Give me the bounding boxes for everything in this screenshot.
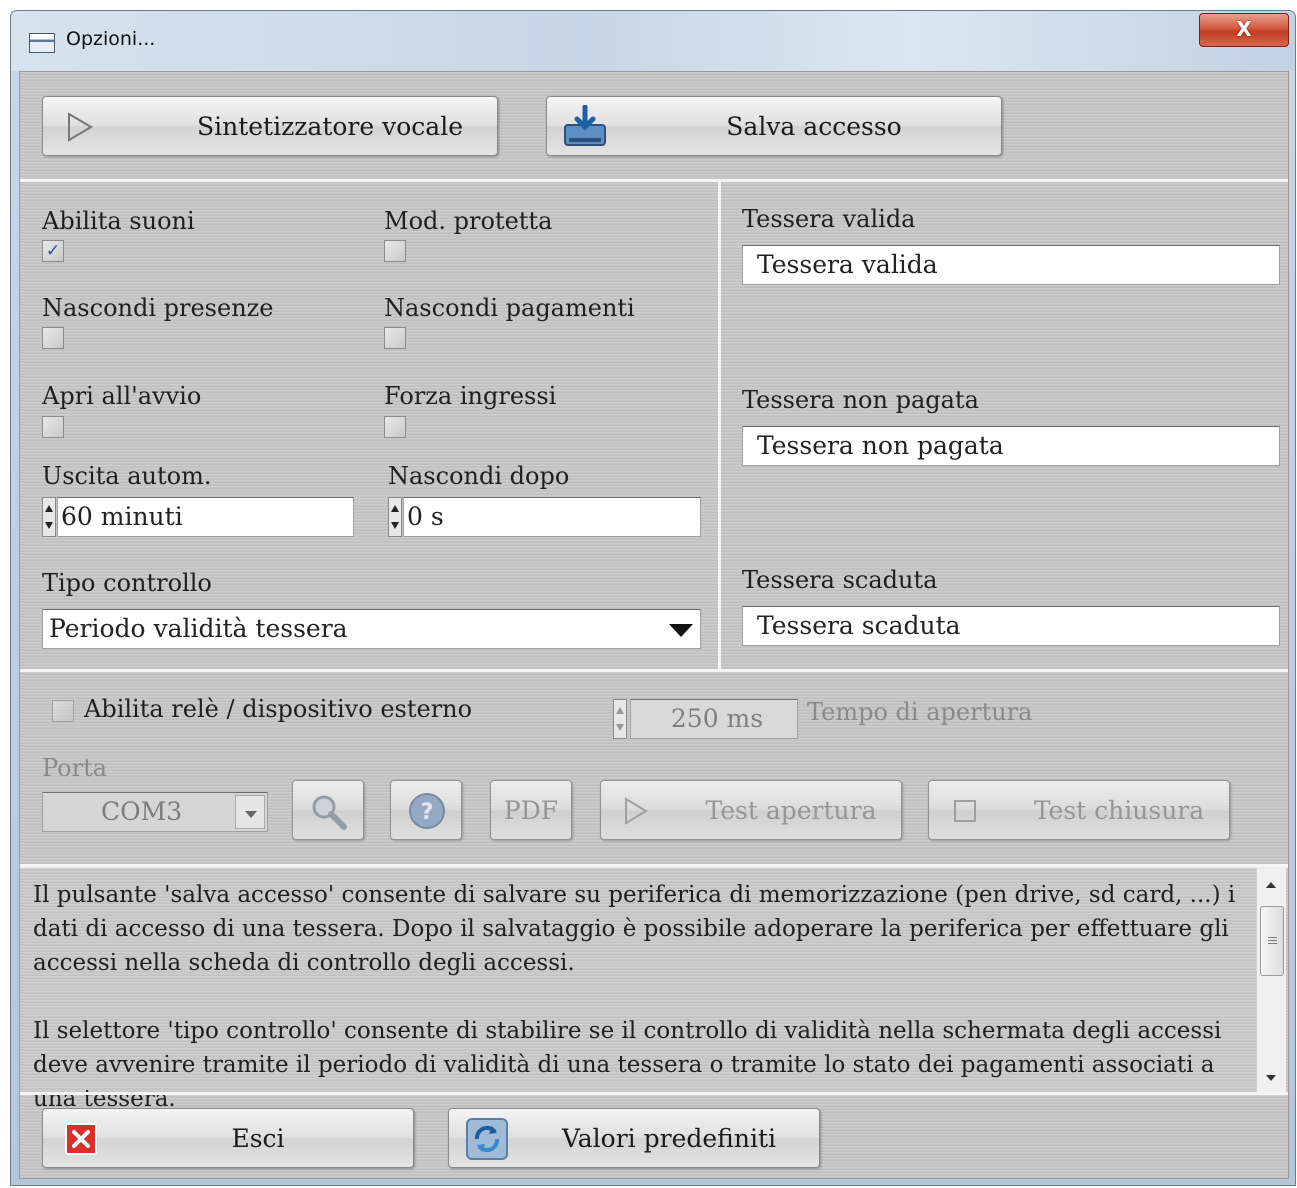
test-close-button[interactable]: Test chiusura: [928, 780, 1230, 840]
tipo-controllo-label: Tipo controllo: [42, 569, 212, 597]
tipo-controllo-value: Periodo validità tessera: [49, 614, 348, 643]
tipo-controllo-select[interactable]: Periodo validità tessera: [42, 609, 701, 649]
scroll-thumb[interactable]: [1260, 906, 1284, 976]
help-text-area[interactable]: Il pulsante 'salva accesso' consente di …: [20, 867, 1288, 1112]
chevron-down-icon: [669, 624, 693, 637]
separator-middle: [20, 669, 1288, 672]
uscita-autom-spinner[interactable]: [42, 497, 56, 537]
tessera-valida-field[interactable]: Tessera valida: [742, 245, 1280, 285]
nascondi-dopo-spinner[interactable]: [388, 497, 402, 537]
uscita-autom-field[interactable]: 60 minuti: [57, 497, 354, 537]
tessera-scaduta-label: Tessera scaduta: [742, 566, 938, 594]
help-icon: ?: [409, 793, 445, 829]
port-select[interactable]: COM3: [42, 792, 268, 832]
nascondi-presenze-checkbox[interactable]: [42, 327, 64, 349]
scroll-down-icon[interactable]: [1266, 1075, 1276, 1081]
grip-icon: [1268, 937, 1277, 946]
close-icon: [65, 1123, 97, 1155]
apri-avvio-label: Apri all'avvio: [42, 382, 202, 410]
nascondi-pagamenti-checkbox[interactable]: [384, 327, 406, 349]
nascondi-dopo-field[interactable]: 0 s: [403, 497, 701, 537]
defaults-label: Valori predefiniti: [562, 1123, 776, 1153]
tessera-non-pagata-field[interactable]: Tessera non pagata: [742, 426, 1280, 466]
window-icon: [29, 33, 55, 53]
stop-icon: [954, 800, 976, 822]
opening-time-value: 250 ms: [670, 704, 764, 733]
chevron-down-icon: [245, 811, 257, 818]
tessera-valida-label: Tessera valida: [742, 205, 916, 233]
defaults-button[interactable]: Valori predefiniti: [448, 1108, 820, 1168]
tessera-scaduta-field[interactable]: Tessera scaduta: [742, 606, 1280, 646]
check-icon: ✓: [45, 241, 61, 261]
save-access-button[interactable]: Salva accesso: [546, 96, 1002, 156]
help-paragraph: Il pulsante 'salva accesso' consente di …: [33, 882, 1236, 976]
separator-top: [20, 179, 1288, 182]
exit-button[interactable]: Esci: [42, 1108, 414, 1168]
nascondi-presenze-label: Nascondi presenze: [42, 294, 274, 322]
opening-time-label: Tempo di apertura: [807, 698, 1033, 726]
pdf-label: PDF: [503, 795, 559, 825]
nascondi-pagamenti-label: Nascondi pagamenti: [384, 294, 635, 322]
test-open-button[interactable]: Test apertura: [600, 780, 902, 840]
nascondi-dopo-label: Nascondi dopo: [388, 462, 570, 490]
opening-time-spinner[interactable]: [613, 699, 627, 739]
svg-text:?: ?: [421, 800, 434, 825]
mod-protetta-checkbox[interactable]: [384, 240, 406, 262]
exit-label: Esci: [231, 1123, 285, 1153]
save-drive-icon: [564, 105, 606, 146]
speech-synthesizer-button[interactable]: Sintetizzatore vocale: [42, 96, 498, 156]
opening-time-field[interactable]: 250 ms: [630, 699, 798, 739]
relay-enable-label: Abilita relè / dispositivo esterno: [84, 695, 473, 723]
window-title: Opzioni...: [66, 28, 156, 50]
save-access-label: Salva accesso: [726, 111, 902, 141]
relay-enable-checkbox[interactable]: [52, 700, 74, 722]
play-icon: [68, 112, 93, 142]
mod-protetta-label: Mod. protetta: [384, 207, 553, 235]
test-open-label: Test apertura: [705, 795, 877, 825]
pdf-button[interactable]: PDF: [490, 780, 572, 840]
port-value: COM3: [101, 797, 183, 826]
help-paragraph: Il selettore 'tipo controllo' consente d…: [33, 1018, 1222, 1112]
help-button[interactable]: ?: [390, 780, 462, 840]
separator-vertical: [718, 182, 721, 669]
tessera-non-pagata-label: Tessera non pagata: [742, 386, 979, 414]
title-bar[interactable]: Opzioni... X: [11, 11, 1295, 71]
uscita-autom-label: Uscita autom.: [42, 462, 212, 490]
apri-avvio-checkbox[interactable]: [42, 416, 64, 438]
close-button[interactable]: X: [1199, 13, 1289, 47]
port-dropdown-button[interactable]: [235, 795, 265, 829]
port-label: Porta: [42, 754, 108, 782]
abilita-suoni-checkbox[interactable]: ✓: [42, 240, 64, 262]
refresh-icon: [466, 1118, 508, 1160]
test-close-label: Test chiusura: [1033, 795, 1205, 825]
play-icon: [625, 797, 648, 825]
abilita-suoni-label: Abilita suoni: [42, 207, 195, 235]
speech-synthesizer-label: Sintetizzatore vocale: [196, 111, 463, 141]
separator-bottom: [20, 1092, 1288, 1095]
options-window: Opzioni... X Sintetizzatore vocale Salva…: [10, 10, 1296, 1186]
magnifier-icon: [312, 795, 347, 830]
options-panel: Sintetizzatore vocale Salva accesso Abil…: [19, 71, 1289, 1179]
forza-ingressi-checkbox[interactable]: [384, 416, 406, 438]
search-port-button[interactable]: [292, 780, 364, 840]
scroll-up-icon[interactable]: [1266, 882, 1276, 888]
forza-ingressi-label: Forza ingressi: [384, 382, 557, 410]
vertical-scrollbar[interactable]: [1256, 868, 1286, 1093]
